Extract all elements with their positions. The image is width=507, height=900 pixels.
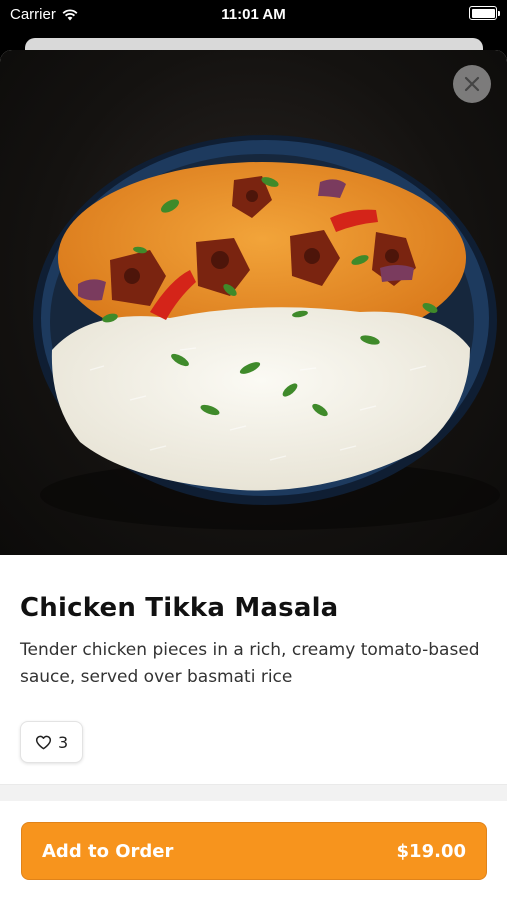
add-to-order-button[interactable]: Add to Order $19.00	[21, 822, 487, 880]
close-icon	[464, 76, 480, 92]
dish-illustration	[33, 135, 500, 530]
section-divider	[0, 784, 507, 801]
order-price: $19.00	[396, 840, 466, 862]
clock: 11:01 AM	[221, 6, 286, 23]
status-bar: Carrier 11:01 AM	[0, 0, 507, 30]
item-title: Chicken Tikka Masala	[20, 593, 339, 623]
add-to-order-label: Add to Order	[42, 840, 174, 862]
close-button[interactable]	[453, 65, 491, 103]
item-detail-sheet: Chicken Tikka Masala Tender chicken piec…	[0, 50, 507, 900]
item-details: Chicken Tikka Masala Tender chicken piec…	[0, 593, 507, 763]
like-button[interactable]: 3	[20, 721, 84, 763]
like-count: 3	[58, 732, 69, 752]
battery-icon	[469, 6, 500, 20]
item-description: Tender chicken pieces in a rich, creamy …	[20, 640, 480, 687]
heart-icon	[35, 735, 52, 749]
dish-image	[0, 50, 507, 555]
